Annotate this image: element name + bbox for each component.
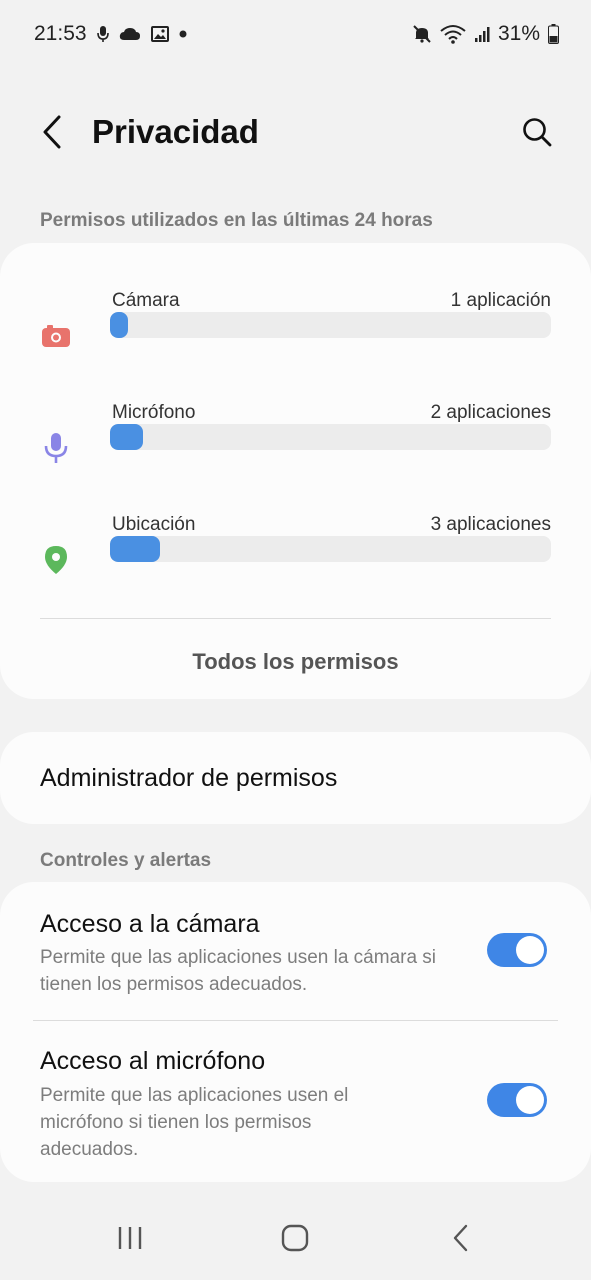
microphone-access-item[interactable]: Acceso al micrófono Permite que las apli… xyxy=(0,1021,591,1181)
usage-bar xyxy=(110,312,551,338)
mute-icon xyxy=(412,24,432,44)
toggle-title: Acceso a la cámara xyxy=(40,910,260,938)
usage-bar-fill xyxy=(110,536,160,562)
microphone-icon xyxy=(40,432,72,464)
usage-name: Micrófono xyxy=(112,402,196,423)
home-icon xyxy=(281,1224,309,1257)
usage-name: Cámara xyxy=(112,290,180,311)
usage-section-label: Permisos utilizados en las últimas 24 ho… xyxy=(40,210,433,231)
toggle-description: Permite que las aplicaciones usen el mic… xyxy=(40,1085,349,1160)
image-icon xyxy=(150,26,169,42)
back-arrow-icon xyxy=(42,115,62,154)
mic-icon xyxy=(96,25,109,43)
usage-bar-fill xyxy=(110,312,128,338)
navigation-bar xyxy=(0,1200,591,1280)
signal-icon xyxy=(474,25,490,43)
back-button[interactable] xyxy=(32,114,72,154)
location-pin-icon xyxy=(40,544,72,576)
all-permissions-button[interactable]: Todos los permisos xyxy=(0,649,591,675)
status-bar: 21:53 31% xyxy=(0,0,591,70)
usage-count: 3 aplicaciones xyxy=(430,514,551,535)
divider xyxy=(40,618,551,619)
home-button[interactable] xyxy=(275,1222,315,1258)
switch-knob xyxy=(516,1086,544,1114)
status-bar-right: 31% xyxy=(412,22,559,46)
permission-manager-card[interactable]: Administrador de permisos xyxy=(0,732,591,824)
status-time: 21:53 xyxy=(34,22,87,45)
back-nav-button[interactable] xyxy=(440,1222,480,1258)
usage-name: Ubicación xyxy=(112,514,196,535)
microphone-access-switch[interactable] xyxy=(487,1083,547,1117)
camera-access-switch[interactable] xyxy=(487,933,547,967)
wifi-icon xyxy=(440,24,466,44)
usage-row-location[interactable]: Ubicación 3 aplicaciones xyxy=(0,514,591,594)
controls-section-label: Controles y alertas xyxy=(40,850,212,871)
search-icon xyxy=(522,117,552,152)
switch-knob xyxy=(516,936,544,964)
battery-percent: 31% xyxy=(497,22,540,45)
page-title: Privacidad xyxy=(92,113,259,150)
search-button[interactable] xyxy=(517,114,557,154)
cloud-icon xyxy=(119,27,141,41)
usage-bar-fill xyxy=(110,424,144,450)
toggle-description: Permite que las aplicaciones usen la cám… xyxy=(40,947,437,995)
dot-icon xyxy=(179,30,187,38)
app-header: Privacidad xyxy=(0,100,591,166)
back-icon xyxy=(452,1224,468,1257)
usage-card: Cámara 1 aplicación Micrófono 2 aplicaci… xyxy=(0,243,591,699)
battery-icon xyxy=(548,24,559,44)
usage-count: 2 aplicaciones xyxy=(430,402,551,423)
recents-button[interactable] xyxy=(110,1222,150,1258)
recents-icon xyxy=(117,1226,143,1255)
usage-row-camera[interactable]: Cámara 1 aplicación xyxy=(0,290,591,370)
usage-bar xyxy=(110,424,551,450)
camera-access-item[interactable]: Acceso a la cámara Permite que las aplic… xyxy=(0,882,591,1020)
usage-row-microphone[interactable]: Micrófono 2 aplicaciones xyxy=(0,402,591,482)
camera-icon xyxy=(40,320,72,352)
usage-count: 1 aplicación xyxy=(450,290,551,311)
permission-manager-label: Administrador de permisos xyxy=(40,764,338,792)
usage-bar xyxy=(110,536,551,562)
controls-card: Acceso a la cámara Permite que las aplic… xyxy=(0,882,591,1182)
status-bar-left: 21:53 xyxy=(34,22,187,46)
toggle-title: Acceso al micrófono xyxy=(40,1047,266,1075)
